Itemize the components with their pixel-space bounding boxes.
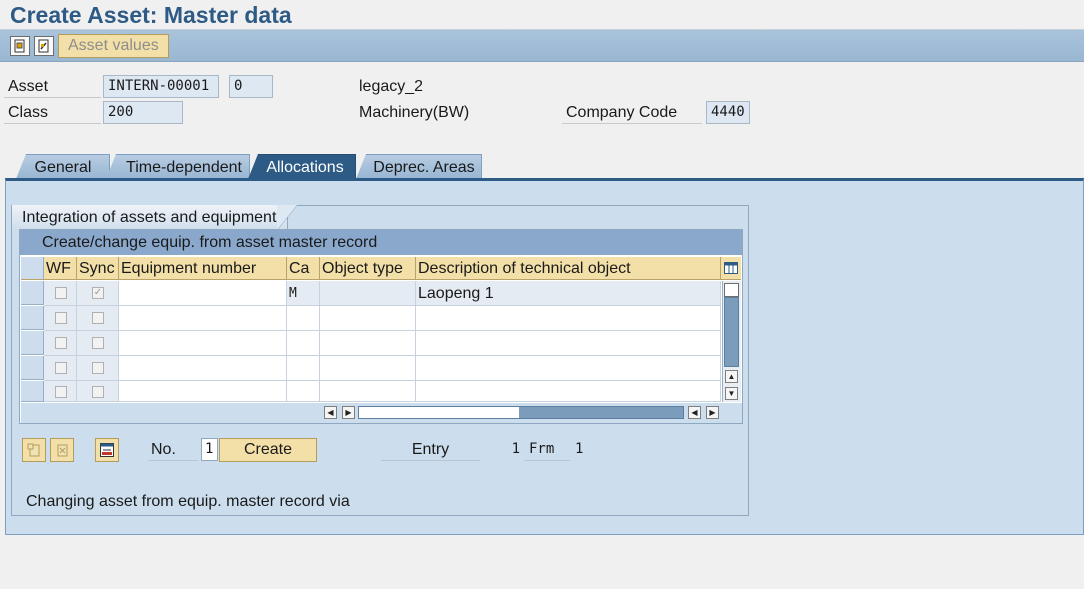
tab-general[interactable]: General (16, 154, 110, 179)
no-input[interactable]: 1 (201, 438, 218, 461)
equipment-number-input[interactable] (119, 356, 287, 381)
select-all-corner[interactable] (21, 257, 44, 280)
display-equipment-icon[interactable] (95, 438, 119, 462)
category-cell (287, 356, 320, 381)
equipment-number-input[interactable] (119, 281, 287, 306)
vertical-scroll-thumb[interactable] (724, 297, 739, 367)
column-header-sync[interactable]: Sync (77, 257, 119, 280)
wf-checkbox[interactable] (55, 362, 67, 374)
scroll-right-icon[interactable]: ▶ (706, 406, 719, 419)
entry-from-label: Frm (524, 438, 570, 461)
group-title: Integration of assets and equipment (12, 205, 288, 230)
group-title-corner (277, 205, 298, 230)
table-settings-icon[interactable] (721, 257, 741, 280)
column-header-equipment-number[interactable]: Equipment number (119, 257, 287, 280)
column-header-wf[interactable]: WF (44, 257, 77, 280)
table-cell-sync: ✓ (77, 281, 119, 306)
table-caption: Create/change equip. from asset master r… (20, 230, 742, 255)
page-title: Create Asset: Master data (10, 2, 292, 28)
table-cell-wf (44, 306, 77, 331)
scroll-up-icon[interactable]: ▲ (725, 370, 738, 383)
scroll-right-icon[interactable]: ▶ (342, 406, 355, 419)
document-overview-icon[interactable] (10, 36, 30, 56)
description-cell: Laopeng 1 (416, 281, 721, 306)
asset-description: legacy_2 (359, 78, 424, 95)
document-change-icon[interactable] (34, 36, 54, 56)
row-selector[interactable] (21, 306, 44, 330)
wf-checkbox[interactable] (55, 386, 67, 398)
tab-allocations[interactable]: Allocations (248, 154, 356, 179)
delete-row-icon[interactable] (50, 438, 74, 462)
company-code-field[interactable]: 4440 (706, 101, 750, 124)
description-cell (416, 306, 721, 331)
asset-number-field[interactable]: INTERN-00001 (103, 75, 219, 98)
company-code-label: Company Code (562, 101, 702, 124)
horizontal-scroll-thumb[interactable] (359, 407, 519, 418)
asset-values-button[interactable]: Asset values (58, 34, 169, 58)
object-type-cell (320, 306, 416, 331)
table-cell-wf (44, 356, 77, 381)
table-cell-sync (77, 306, 119, 331)
table-cell-sync (77, 381, 119, 402)
changing-asset-text: Changing asset from equip. master record… (26, 493, 350, 510)
table-cell-wf (44, 331, 77, 356)
wf-checkbox[interactable] (55, 287, 67, 299)
equipment-number-input[interactable] (119, 331, 287, 356)
object-type-cell (320, 356, 416, 381)
scroll-left-icon[interactable]: ◀ (324, 406, 337, 419)
column-header-object-type[interactable]: Object type (320, 257, 416, 280)
row-selector[interactable] (21, 381, 44, 402)
column-header-description[interactable]: Description of technical object (416, 257, 721, 280)
asset-label: Asset (4, 75, 101, 98)
entry-current: 1 (511, 441, 520, 457)
row-selector[interactable] (21, 281, 44, 305)
entry-total: 1 (575, 441, 584, 457)
sync-checkbox[interactable] (92, 386, 104, 398)
object-type-cell (320, 281, 416, 306)
row-selector[interactable] (21, 356, 44, 380)
description-cell (416, 381, 721, 402)
description-cell (416, 331, 721, 356)
table-cell-wf (44, 281, 77, 306)
sync-checkbox[interactable] (92, 312, 104, 324)
create-button[interactable]: Create (219, 438, 317, 462)
insert-row-icon[interactable] (22, 438, 46, 462)
no-label: No. (148, 438, 198, 461)
sync-checkbox[interactable] (92, 362, 104, 374)
sync-checkbox[interactable] (92, 337, 104, 349)
asset-subnumber-field[interactable]: 0 (229, 75, 273, 98)
object-type-cell (320, 331, 416, 356)
equipment-number-input[interactable] (119, 381, 287, 402)
class-field[interactable]: 200 (103, 101, 183, 124)
table-cell-sync (77, 356, 119, 381)
wf-checkbox[interactable] (55, 312, 67, 324)
category-cell (287, 381, 320, 402)
category-cell (287, 331, 320, 356)
class-description: Machinery(BW) (359, 104, 470, 121)
category-cell: M (287, 281, 320, 306)
scroll-down-icon[interactable]: ▼ (725, 387, 738, 400)
object-type-cell (320, 381, 416, 402)
table-cell-sync (77, 331, 119, 356)
tab-deprec-areas[interactable]: Deprec. Areas (356, 154, 482, 179)
entry-label: Entry (381, 438, 480, 461)
category-cell (287, 306, 320, 331)
scroll-top-marker[interactable] (724, 283, 739, 297)
tab-time-dependent[interactable]: Time-dependent (106, 154, 250, 179)
description-cell (416, 356, 721, 381)
equipment-number-input[interactable] (119, 306, 287, 331)
scroll-left-icon[interactable]: ◀ (688, 406, 701, 419)
class-label: Class (4, 101, 101, 124)
column-header-category[interactable]: Ca (287, 257, 320, 280)
table-cell-wf (44, 381, 77, 402)
wf-checkbox[interactable] (55, 337, 67, 349)
sync-checkbox[interactable]: ✓ (92, 287, 104, 299)
row-selector[interactable] (21, 331, 44, 355)
